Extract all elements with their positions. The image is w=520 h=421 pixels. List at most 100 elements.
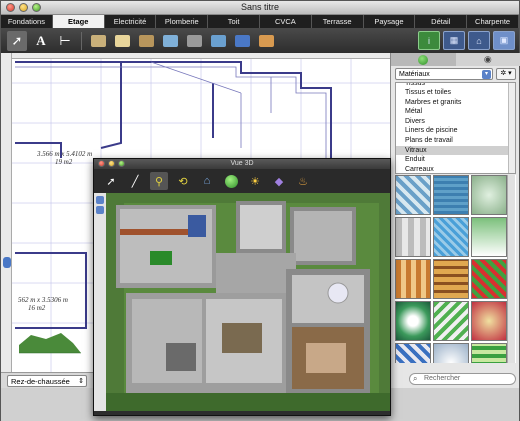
zoom-out-button[interactable] (96, 206, 104, 214)
level-select-value: Rez-de-chaussée (11, 377, 70, 386)
tab-charpente[interactable]: Charpente (467, 15, 519, 28)
3d-view-toolbar: ➚ ╱ ⚲ ⟲ ⌂ ☀ ◆ ♨ (94, 169, 390, 193)
material-list-item[interactable]: Plans de travail (396, 136, 515, 146)
column-tool-icon[interactable] (232, 31, 252, 51)
dimension-size: 562 m x 3.5306 m (18, 296, 68, 304)
material-search-input[interactable]: ⌕ Rechercher (409, 373, 516, 385)
library-panel-tabs: ◉ (391, 53, 520, 66)
info-view-button[interactable]: i (418, 31, 440, 50)
dollhouse-icon[interactable]: ⌂ (198, 172, 216, 190)
material-swatch[interactable] (433, 343, 469, 363)
title-bar: Sans titre (1, 1, 519, 15)
tab-library[interactable] (391, 53, 456, 66)
elevation-view-button[interactable]: ⌂ (468, 31, 490, 50)
stair-tool-icon[interactable] (184, 31, 204, 51)
3d-view-button[interactable]: ▣ (493, 31, 515, 50)
material-category-row: Matériaux ▾ ✲ ▾ (395, 68, 516, 80)
walk-through-icon[interactable]: ⚲ (150, 172, 168, 190)
room-dimension-label: 3.566 m x 5.4102 m 19 m2 (37, 150, 92, 166)
plan-zoom-handle[interactable] (3, 257, 11, 268)
category-tabs: Fondations Etage Electricité Plomberie T… (1, 15, 519, 28)
library-panel: ◉ Matériaux ▾ ✲ ▾ Tissus Tissus et toile… (390, 53, 520, 388)
material-swatch[interactable] (471, 175, 507, 215)
tab-toit[interactable]: Toit (208, 15, 260, 28)
tool-bar: ➚ A ⊢ i ▦ ⌂ ▣ (1, 28, 519, 53)
material-list-item-selected[interactable]: Vitraux (396, 145, 515, 156)
3d-view-window: Vue 3D ➚ ╱ ⚲ ⟲ ⌂ ☀ ◆ ♨ (93, 158, 391, 416)
material-list-item[interactable]: Liners de piscine (396, 126, 515, 136)
3d-house-scene[interactable] (106, 193, 390, 411)
dimension-area: 16 m2 (28, 304, 46, 312)
material-swatch[interactable] (395, 175, 431, 215)
material-list-item[interactable]: Tissus et toiles (396, 88, 515, 98)
3d-view-zoom-bar (94, 193, 106, 411)
material-swatch[interactable] (433, 259, 469, 299)
tab-plomberie[interactable]: Plomberie (156, 15, 209, 28)
tab-electricite[interactable]: Electricité (105, 15, 157, 28)
material-swatch[interactable] (433, 217, 469, 257)
window-tool-icon[interactable] (160, 31, 180, 51)
search-placeholder: Rechercher (424, 375, 461, 382)
toolbar-separator (81, 31, 82, 50)
3d-house-render (106, 201, 390, 411)
window-title: Sans titre (240, 2, 280, 12)
globe-icon[interactable] (222, 172, 240, 190)
door-tool-icon[interactable] (136, 31, 156, 51)
material-list-item[interactable]: Enduit (396, 155, 515, 165)
material-list-item[interactable]: Métal (396, 107, 515, 117)
material-list-item[interactable]: Divers (396, 117, 515, 127)
tab-cvca[interactable]: CVCA (260, 15, 312, 28)
plan-view-button[interactable]: ▦ (443, 31, 465, 50)
vertical-ruler (1, 53, 12, 372)
material-painter-icon[interactable]: ◆ (270, 172, 288, 190)
tab-fondations[interactable]: Fondations (1, 15, 53, 28)
material-list-scrollbar[interactable] (508, 83, 515, 173)
sun-light-icon[interactable]: ☀ (246, 172, 264, 190)
tab-paysage[interactable]: Paysage (364, 15, 416, 28)
paint-bucket-icon[interactable]: ♨ (294, 172, 312, 190)
material-swatch[interactable] (471, 259, 507, 299)
material-list[interactable]: Tissus Tissus et toiles Marbres et grani… (395, 82, 516, 174)
material-swatch[interactable] (395, 301, 431, 341)
material-category-value: Matériaux (399, 71, 430, 78)
material-swatch[interactable] (395, 217, 431, 257)
material-swatch-grid (395, 175, 516, 363)
material-swatch[interactable] (471, 343, 507, 363)
search-icon: ⌕ (413, 374, 418, 383)
material-list-item[interactable]: Carreaux (396, 165, 515, 173)
horizontal-ruler (12, 53, 390, 59)
tab-terrasse[interactable]: Terrasse (312, 15, 364, 28)
app-window: Sans titre Fondations Etage Electricité … (0, 0, 520, 421)
3d-view-title: Vue 3D (230, 160, 254, 167)
material-swatch[interactable] (395, 259, 431, 299)
wall-tool-icon[interactable] (88, 31, 108, 51)
level-select[interactable]: Rez-de-chaussée ⇕ (7, 375, 87, 387)
material-swatch[interactable] (395, 343, 431, 363)
material-swatch[interactable] (433, 175, 469, 215)
room-dimension-label: 562 m x 3.5306 m 16 m2 (18, 296, 68, 312)
orbit-icon[interactable]: ⟲ (174, 172, 192, 190)
dimension-tool-icon[interactable]: ⊢ (55, 31, 75, 51)
material-swatch[interactable] (471, 217, 507, 257)
library-globe-icon (418, 54, 429, 65)
dimension-size: 3.566 m x 5.4102 m (37, 150, 93, 158)
material-swatch[interactable] (471, 301, 507, 341)
zoom-in-button[interactable] (96, 196, 104, 204)
dimension-area: 19 m2 (55, 158, 73, 166)
text-tool-icon[interactable]: A (31, 31, 51, 51)
material-list-item[interactable]: Marbres et granits (396, 98, 515, 108)
material-swatch[interactable] (433, 301, 469, 341)
cabinet-tool-icon[interactable] (256, 31, 276, 51)
tab-properties[interactable]: ◉ (456, 53, 520, 66)
material-category-select[interactable]: Matériaux ▾ (395, 68, 493, 80)
fireplace-tool-icon[interactable] (208, 31, 228, 51)
swatch-grid-scrollbar[interactable] (507, 175, 515, 363)
gear-menu-button[interactable]: ✲ ▾ (496, 68, 516, 80)
floor-tool-icon[interactable] (112, 31, 132, 51)
tab-detail[interactable]: Détail (415, 15, 468, 28)
eye-icon: ◉ (483, 54, 492, 64)
tab-etage[interactable]: Etage (52, 15, 105, 28)
select-arrow-icon[interactable]: ➚ (7, 30, 27, 51)
select-arrow-icon[interactable]: ➚ (102, 172, 120, 190)
camera-line-icon[interactable]: ╱ (126, 172, 144, 190)
